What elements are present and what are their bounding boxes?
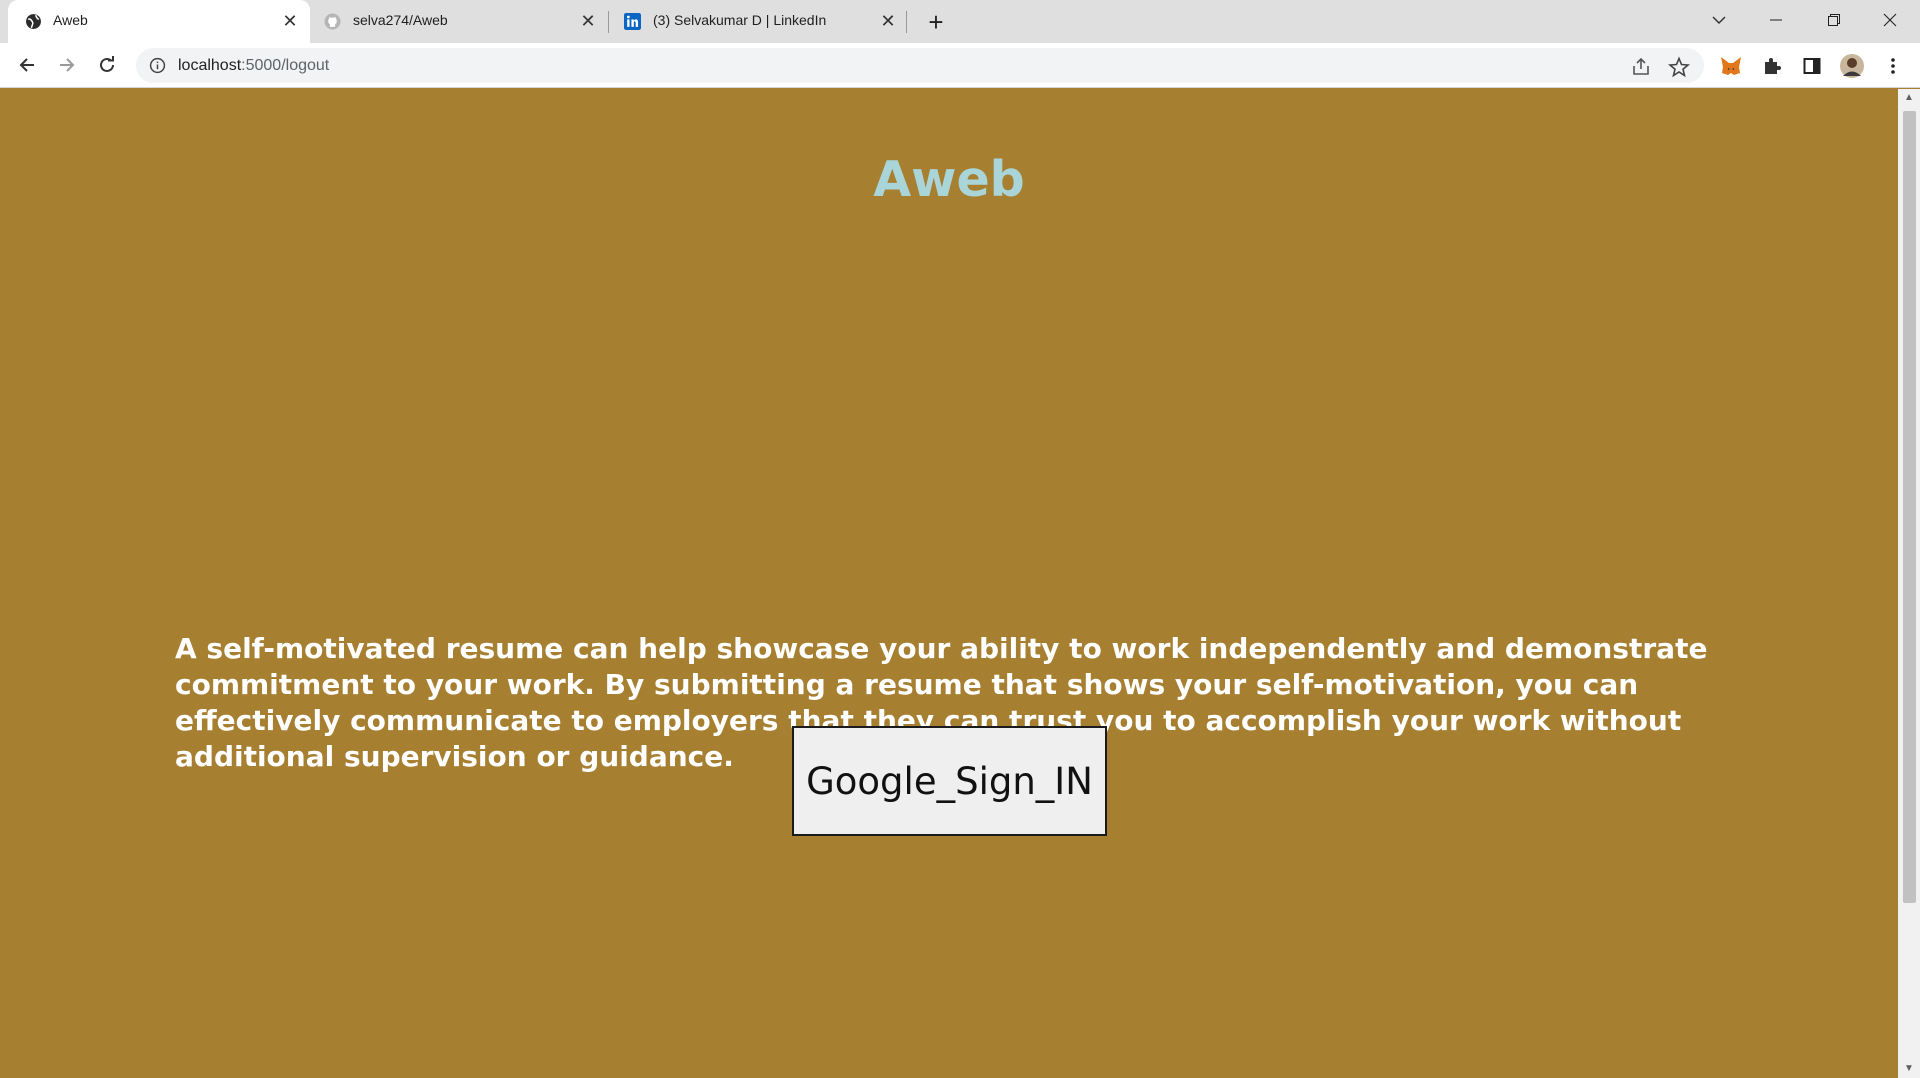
puzzle-icon [1765, 58, 1781, 74]
star-icon[interactable] [1668, 56, 1690, 78]
tab-linkedin[interactable]: (3) Selvakumar D | LinkedIn ✕ [610, 0, 908, 43]
minimize-icon [1770, 19, 1782, 21]
chevron-down-icon [1712, 16, 1726, 25]
arrow-right-icon [60, 58, 75, 72]
close-icon[interactable]: ✕ [278, 9, 302, 33]
fox-icon [1721, 57, 1741, 75]
restore-button[interactable] [1804, 0, 1864, 40]
restore-icon [1828, 14, 1840, 26]
tab-strip: Aweb ✕ selva274/Aweb ✕ (3) Selvakumar D … [0, 0, 1920, 43]
tab-separator [608, 11, 609, 33]
linkedin-icon [624, 13, 641, 30]
tab-title: Aweb [53, 12, 88, 28]
url-host: localhost [178, 57, 242, 74]
info-icon[interactable] [149, 57, 166, 74]
profile-button[interactable] [1839, 53, 1865, 79]
reload-button[interactable] [91, 49, 123, 81]
scroll-thumb[interactable] [1903, 111, 1916, 903]
side-panel-icon [1803, 58, 1821, 74]
url-text[interactable]: localhost:5000/logout [178, 57, 329, 75]
reload-icon [100, 56, 114, 72]
share-icon[interactable] [1630, 56, 1652, 78]
close-icon [1883, 13, 1897, 27]
back-button[interactable] [11, 49, 43, 81]
new-tab-button[interactable]: + [920, 6, 952, 38]
tab-search-button[interactable] [1689, 0, 1749, 40]
scroll-down-icon[interactable]: ▼ [1904, 1064, 1914, 1074]
avatar [1840, 54, 1864, 78]
menu-button[interactable] [1880, 53, 1906, 79]
forward-button[interactable] [51, 49, 83, 81]
extensions-button[interactable] [1759, 53, 1785, 79]
more-vert-icon [1891, 58, 1895, 74]
page-content: Aweb A self-motivated resume can help sh… [0, 89, 1898, 1078]
scrollbar[interactable]: ▲ ▼ [1898, 89, 1920, 1078]
side-panel-button[interactable] [1799, 53, 1825, 79]
tab-aweb[interactable]: Aweb ✕ [8, 0, 310, 43]
tab-github[interactable]: selva274/Aweb ✕ [310, 0, 610, 43]
tab-separator [906, 11, 907, 33]
address-bar[interactable]: localhost:5000/logout [136, 48, 1704, 83]
metamask-extension-button[interactable] [1718, 53, 1744, 79]
github-icon [324, 13, 341, 30]
browser-toolbar: localhost:5000/logout [0, 43, 1920, 88]
close-icon[interactable]: ✕ [876, 9, 900, 33]
scroll-up-icon[interactable]: ▲ [1904, 93, 1914, 103]
close-window-button[interactable] [1860, 0, 1920, 40]
globe-icon [26, 14, 41, 29]
arrow-left-icon [19, 58, 34, 72]
google-sign-in-button[interactable]: Google_Sign_IN [792, 726, 1107, 836]
tab-title: (3) Selvakumar D | LinkedIn [653, 12, 827, 28]
url-path: :5000/logout [241, 57, 330, 74]
tab-title: selva274/Aweb [353, 12, 448, 28]
page-title: Aweb [873, 151, 1025, 208]
minimize-button[interactable] [1746, 0, 1806, 40]
close-icon[interactable]: ✕ [576, 9, 600, 33]
